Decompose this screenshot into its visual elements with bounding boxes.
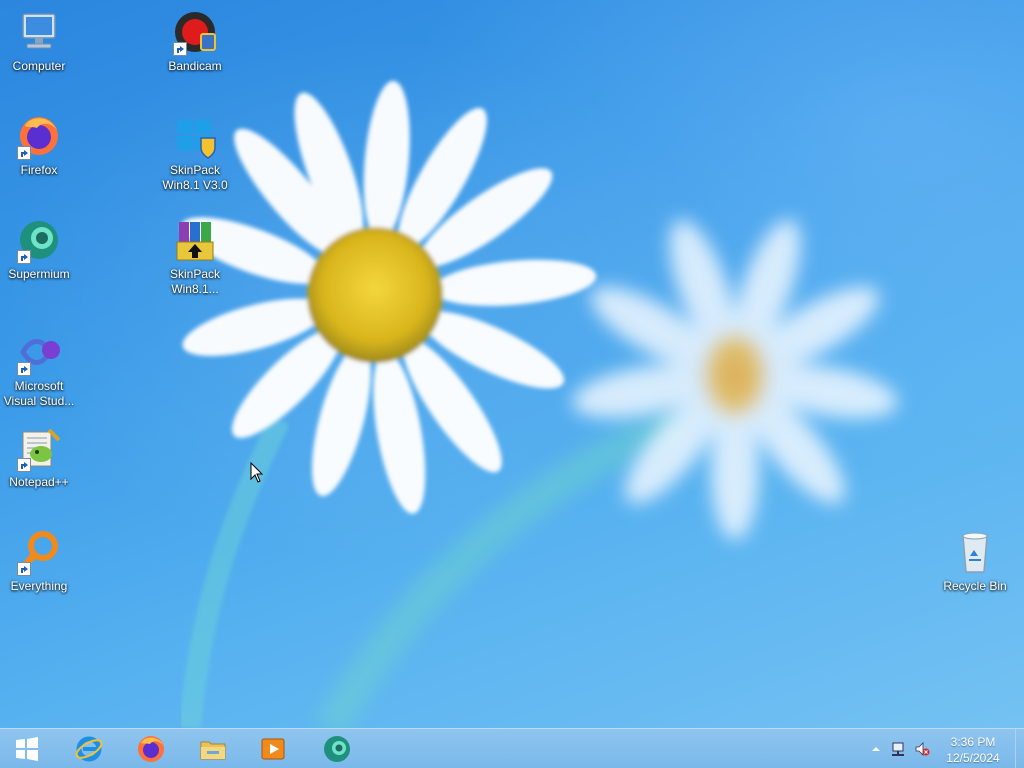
desktop-icon-label: SkinPack Win8.1...: [169, 267, 221, 296]
taskbar-file-explorer[interactable]: [188, 731, 238, 767]
desktop-icon-computer[interactable]: Computer: [1, 8, 77, 74]
shortcut-arrow-icon: [17, 562, 31, 576]
desktop-icon-visual-studio[interactable]: Microsoft Visual Stud...: [1, 328, 77, 409]
desktop-icon-label: Everything: [10, 579, 68, 593]
desktop[interactable]: Computer Firefox Supermium Microsoft Vis…: [0, 0, 1024, 728]
desktop-icon-label: Bandicam: [168, 59, 222, 73]
taskbar-media-player[interactable]: [248, 731, 298, 767]
supermium-icon: [324, 736, 350, 762]
shortcut-arrow-icon: [17, 458, 31, 472]
desktop-icon-skinpack-archive[interactable]: SkinPack Win8.1...: [157, 216, 233, 297]
desktop-icon-notepad-plus-plus[interactable]: Notepad++: [1, 424, 77, 490]
tray-clock[interactable]: 3:36 PM 12/5/2024: [935, 734, 1011, 766]
recycle-bin-icon: [962, 532, 988, 573]
desktop-icon-everything[interactable]: Everything: [1, 528, 77, 594]
desktop-icon-label: Microsoft Visual Stud...: [3, 379, 75, 408]
desktop-icon-supermium[interactable]: Supermium: [1, 216, 77, 282]
clock-time: 3:36 PM: [950, 735, 996, 749]
volume-muted-icon: [915, 742, 930, 756]
mouse-pointer-icon: [250, 462, 264, 483]
taskbar-firefox[interactable]: [126, 731, 176, 767]
shortcut-arrow-icon: [17, 250, 31, 264]
clock-date: 12/5/2024: [946, 751, 1000, 765]
media-player-icon: [261, 738, 285, 760]
computer-icon: [22, 13, 56, 49]
show-desktop-button[interactable]: [1015, 729, 1024, 768]
firefox-icon: [138, 736, 164, 762]
windows-logo-icon: [16, 737, 38, 761]
desktop-icon-label: SkinPack Win8.1 V3.0: [162, 163, 228, 192]
shortcut-arrow-icon: [17, 362, 31, 376]
taskbar: 3:36 PM 12/5/2024: [0, 728, 1024, 768]
volume-tray-button[interactable]: [914, 741, 930, 757]
desktop-icon-firefox[interactable]: Firefox: [1, 112, 77, 178]
desktop-icon-label: Recycle Bin: [943, 579, 1007, 593]
skinpack-installer-icon: [177, 120, 216, 159]
desktop-icon-label: Computer: [12, 59, 66, 73]
winrar-archive-icon: [176, 222, 214, 261]
taskbar-internet-explorer[interactable]: [64, 731, 114, 767]
internet-explorer-icon: [75, 736, 103, 762]
wallpaper-daisy: [179, 80, 898, 728]
network-icon: [892, 742, 904, 756]
chevron-up-icon: [872, 747, 880, 751]
taskbar-supermium[interactable]: [312, 731, 362, 767]
network-tray-button[interactable]: [890, 741, 906, 757]
show-hidden-icons-button[interactable]: [868, 741, 884, 757]
desktop-icon-label: Firefox: [20, 163, 58, 177]
desktop-icon-bandicam[interactable]: Bandicam: [157, 8, 233, 74]
shortcut-arrow-icon: [173, 42, 187, 56]
desktop-icon-recycle-bin[interactable]: Recycle Bin: [937, 528, 1013, 594]
desktop-icon-label: Notepad++: [9, 475, 69, 489]
file-explorer-icon: [200, 741, 226, 760]
start-button[interactable]: [2, 731, 52, 767]
desktop-icon-label: Supermium: [8, 267, 70, 281]
desktop-icon-skinpack-installer[interactable]: SkinPack Win8.1 V3.0: [157, 112, 233, 193]
shortcut-arrow-icon: [17, 146, 31, 160]
